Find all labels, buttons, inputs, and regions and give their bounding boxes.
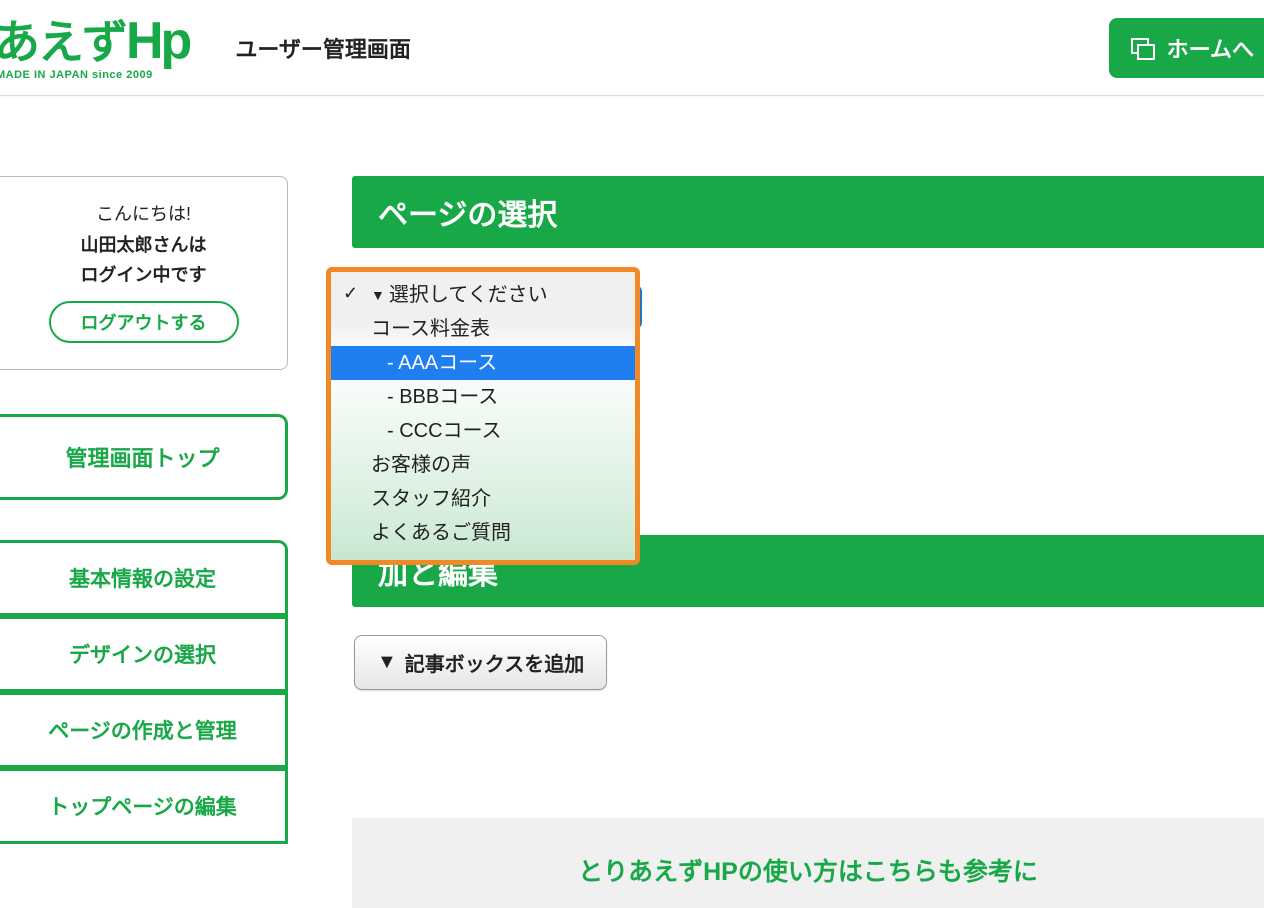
home-button-label: ホームへ bbox=[1167, 32, 1254, 64]
add-article-box-button[interactable]: ▼ 記事ボックスを追加 bbox=[354, 635, 607, 690]
nav-group: 基本情報の設定 デザインの選択 ページの作成と管理 トップページの編集 bbox=[0, 540, 288, 844]
logo-text: あえず bbox=[0, 16, 126, 68]
dropdown-option[interactable]: - CCCコース bbox=[331, 414, 635, 448]
caret-down-icon: ▼ bbox=[371, 287, 385, 303]
sidebar: こんにちは! 山田太郎さんは ログイン中です ログアウトする 管理画面トップ 基… bbox=[0, 176, 288, 844]
dropdown-option[interactable]: - AAAコース bbox=[331, 346, 635, 380]
dropdown-option[interactable]: よくあるご質問 bbox=[331, 516, 635, 550]
logo: あえずHp MADE IN JAPAN since 2009 bbox=[0, 15, 189, 81]
app-header: あえずHp MADE IN JAPAN since 2009 ユーザー管理画面 … bbox=[0, 0, 1264, 96]
dropdown-option[interactable]: コース料金表 bbox=[331, 312, 635, 346]
section-page-select-title: ページの選択 bbox=[352, 176, 1264, 248]
logo-tagline: MADE IN JAPAN since 2009 bbox=[0, 69, 189, 81]
dropdown-placeholder-label: 選択してください bbox=[389, 284, 548, 306]
page-title: ユーザー管理画面 bbox=[235, 32, 411, 64]
dropdown-placeholder[interactable]: ▼選択してください bbox=[331, 278, 635, 312]
home-button[interactable]: ホームへ bbox=[1109, 18, 1264, 78]
sidebar-nav: 管理画面トップ 基本情報の設定 デザインの選択 ページの作成と管理 トップページ… bbox=[0, 414, 288, 844]
login-greeting: こんにちは! bbox=[10, 199, 277, 230]
add-article-box-label: 記事ボックスを追加 bbox=[405, 648, 584, 677]
nav-top-page-edit[interactable]: トップページの編集 bbox=[0, 768, 288, 844]
help-banner[interactable]: とりあえずHPの使い方はこちらも参考に bbox=[352, 818, 1264, 908]
logo-hp: Hp bbox=[126, 12, 189, 70]
dropdown-option[interactable]: スタッフ紹介 bbox=[331, 482, 635, 516]
dropdown-option[interactable]: - BBBコース bbox=[331, 380, 635, 414]
login-status-box: こんにちは! 山田太郎さんは ログイン中です ログアウトする bbox=[0, 176, 288, 370]
nav-page-manage[interactable]: ページの作成と管理 bbox=[0, 692, 288, 768]
nav-admin-top[interactable]: 管理画面トップ bbox=[0, 414, 288, 500]
windows-icon bbox=[1131, 38, 1153, 58]
caret-down-icon: ▼ bbox=[377, 651, 397, 674]
dropdown-option[interactable]: お客様の声 bbox=[331, 448, 635, 482]
nav-basic-settings[interactable]: 基本情報の設定 bbox=[0, 540, 288, 616]
logout-button[interactable]: ログアウトする bbox=[49, 301, 239, 343]
page-select-dropdown[interactable]: ▼選択してください コース料金表- AAAコース- BBBコース- CCCコース… bbox=[326, 267, 640, 565]
login-state: ログイン中です bbox=[81, 265, 207, 285]
nav-design-select[interactable]: デザインの選択 bbox=[0, 616, 288, 692]
login-user: 山田太郎さんは bbox=[81, 235, 207, 255]
